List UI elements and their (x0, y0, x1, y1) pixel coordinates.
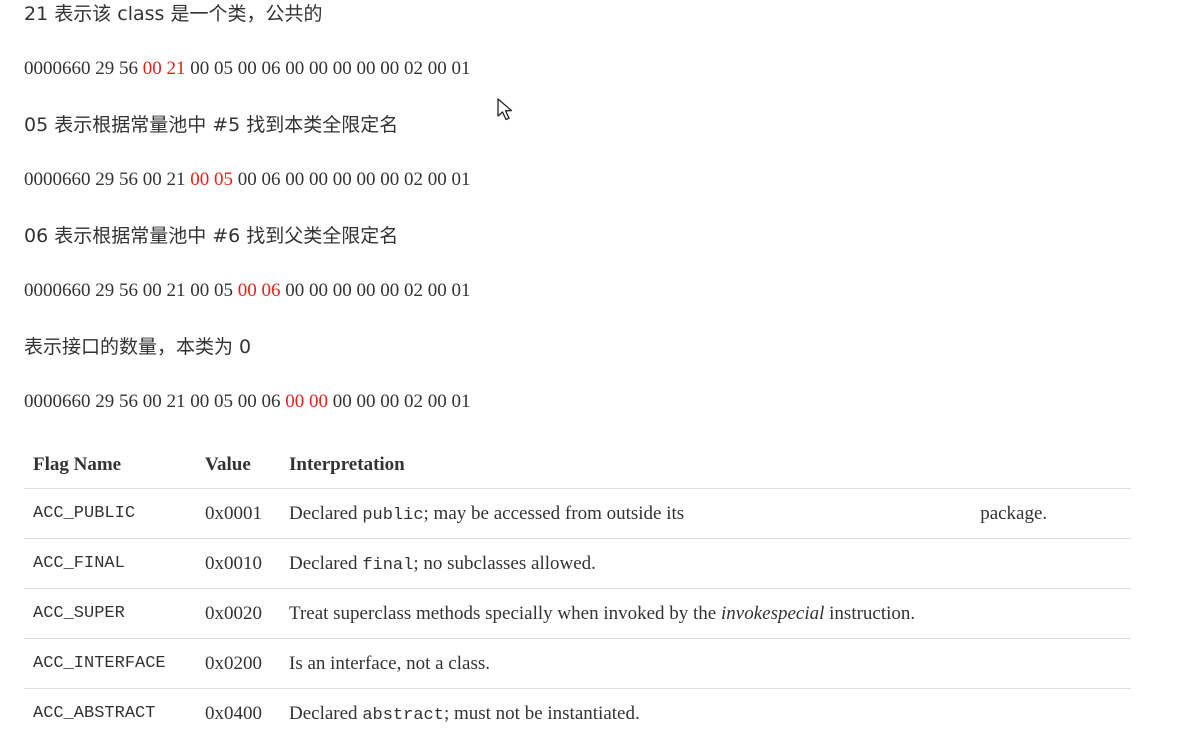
hex-suffix: 00 00 00 02 00 01 (328, 391, 471, 412)
caption-super-class: 06 表示根据常量池中 #6 找到父类全限定名 (24, 225, 399, 247)
flag-name-cell: ACC_INTERFACE (24, 638, 196, 689)
column-header-flag-name: Flag Name (24, 442, 196, 489)
hex-line-access-flags: 0000660 29 56 00 21 00 05 00 06 00 00 00… (24, 57, 471, 81)
table-row: ACC_SUPER 0x0020 Treat superclass method… (24, 588, 1131, 639)
hex-line-this-class: 0000660 29 56 00 21 00 05 00 06 00 00 00… (24, 168, 471, 192)
interpretation-text: instruction. (824, 602, 916, 624)
column-header-interpretation: Interpretation (280, 442, 1131, 489)
hex-highlight: 00 06 (237, 280, 281, 301)
code-keyword: public (362, 505, 424, 525)
hex-suffix: 00 06 00 00 00 00 00 02 00 01 (233, 169, 471, 190)
interpretation-tail: package. (980, 502, 1048, 524)
caption-this-class: 05 表示根据常量池中 #5 找到本类全限定名 (24, 114, 399, 136)
caption-interfaces-count: 表示接口的数量，本类为 0 (24, 336, 252, 358)
hex-line-interfaces-count: 0000660 29 56 00 21 00 05 00 06 00 00 00… (24, 390, 471, 414)
hex-highlight: 00 05 (190, 169, 233, 190)
table-row: ACC_INTERFACE 0x0200 Is an interface, no… (24, 638, 1131, 689)
hex-prefix: 0000660 29 56 00 21 00 05 00 06 (24, 391, 286, 412)
interpretation-text: ; must not be instantiated. (443, 702, 640, 724)
table-row: ACC_FINAL 0x0010 Declared final; no subc… (24, 538, 1131, 589)
caption-access-flags: 21 表示该 class 是一个类，公共的 (24, 3, 323, 25)
hex-highlight: 00 00 (285, 391, 328, 412)
table-row: ACC_ABSTRACT 0x0400 Declared abstract; m… (24, 688, 1131, 735)
column-header-value: Value (196, 442, 280, 489)
flag-name-cell: ACC_SUPER (24, 588, 196, 639)
flag-value-cell: 0x0020 (196, 588, 280, 639)
flag-name-cell: ACC_FINAL (24, 538, 196, 589)
access-flags-table: Flag Name Value Interpretation ACC_PUBLI… (24, 442, 1131, 735)
interpretation-cell: Treat superclass methods specially when … (280, 588, 1131, 639)
interpretation-cell: Declared final; no subclasses allowed. (280, 538, 1131, 589)
flag-value-cell: 0x0400 (196, 688, 280, 735)
interpretation-text: Declared (289, 702, 363, 724)
code-keyword: final (362, 555, 414, 575)
flag-value-cell: 0x0010 (196, 538, 280, 589)
interpretation-text: Declared (289, 502, 363, 524)
table-header-row: Flag Name Value Interpretation (24, 442, 1131, 489)
flag-name-cell: ACC_PUBLIC (24, 488, 196, 539)
flag-value-cell: 0x0001 (196, 488, 280, 539)
interpretation-text: ; may be accessed from outside its (423, 502, 685, 524)
interpretation-text: Is an interface, not a class. (289, 652, 490, 674)
interpretation-cell: Is an interface, not a class. (280, 638, 1131, 689)
interpretation-cell: Declared abstract; must not be instantia… (280, 688, 1131, 735)
interpretation-text: Declared (289, 552, 363, 574)
flag-name-cell: ACC_ABSTRACT (24, 688, 196, 735)
hex-highlight: 00 21 (142, 58, 186, 79)
table-row: ACC_PUBLIC 0x0001 Declared public; may b… (24, 488, 1131, 539)
hex-prefix: 0000660 29 56 00 21 00 05 (24, 280, 238, 301)
interpretation-text: Treat superclass methods specially when … (289, 602, 721, 624)
hex-line-super-class: 0000660 29 56 00 21 00 05 00 06 00 00 00… (24, 279, 471, 303)
hex-suffix: 00 00 00 00 00 02 00 01 (280, 280, 471, 301)
mouse-pointer-icon (497, 98, 513, 121)
interpretation-text: ; no subclasses allowed. (413, 552, 596, 574)
code-keyword: abstract (362, 705, 444, 725)
flag-value-cell: 0x0200 (196, 638, 280, 689)
hex-prefix: 0000660 29 56 00 21 (24, 169, 191, 190)
interpretation-cell: Declared public; may be accessed from ou… (280, 488, 1131, 539)
emphasized-term: invokespecial (721, 602, 825, 624)
hex-suffix: 00 05 00 06 00 00 00 00 00 02 00 01 (185, 58, 471, 79)
hex-prefix: 0000660 29 56 (24, 58, 143, 79)
